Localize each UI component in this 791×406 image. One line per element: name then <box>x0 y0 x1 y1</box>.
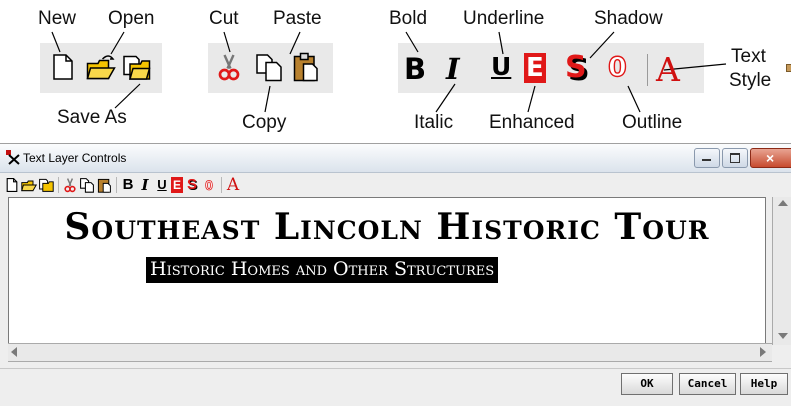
text-style-icon[interactable]: A <box>225 176 241 193</box>
maximize-button[interactable] <box>722 148 748 168</box>
shadow-icon: S <box>565 50 587 85</box>
close-button[interactable]: × <box>750 148 791 168</box>
canvas-subtitle: Historic Homes and Other Structures <box>146 257 499 283</box>
maximize-icon <box>730 153 740 163</box>
footer-divider <box>0 368 791 369</box>
outline-icon: 0 <box>607 51 627 83</box>
enhanced-icon[interactable]: E <box>171 176 183 193</box>
open-folder-icon[interactable] <box>21 177 37 193</box>
copy-icon[interactable] <box>79 177 95 193</box>
scroll-down-arrow-icon[interactable] <box>778 333 788 339</box>
minimize-icon <box>702 159 711 161</box>
tntmips-app-icon <box>6 150 20 165</box>
scroll-right-arrow-icon[interactable] <box>760 347 766 357</box>
scroll-left-arrow-icon[interactable] <box>11 347 17 357</box>
title-bar[interactable]: Text Layer Controls × <box>0 144 791 173</box>
new-document-icon <box>53 54 73 80</box>
outline-icon[interactable]: 0 <box>201 176 217 193</box>
clipped-marker <box>786 64 791 72</box>
text-style-icon: A <box>656 50 680 89</box>
toolbar-separator <box>116 176 117 193</box>
vertical-scrollbar[interactable] <box>772 197 791 345</box>
close-icon: × <box>766 150 775 166</box>
shadow-icon[interactable]: S <box>184 176 200 193</box>
italic-icon: I <box>446 52 460 86</box>
copy-icon <box>256 54 282 82</box>
text-canvas[interactable]: Southeast Lincoln Historic Tour Historic… <box>8 197 766 345</box>
save-as-icon <box>123 55 151 80</box>
ok-button[interactable]: OK <box>621 373 673 395</box>
toolbar-separator <box>221 176 222 193</box>
canvas-main-title: Southeast Lincoln Historic Tour <box>64 206 710 248</box>
toolbar: BIUES0A <box>4 176 242 196</box>
style-separator <box>647 54 648 86</box>
help-button[interactable]: Help <box>740 373 788 395</box>
enhanced-icon: E <box>524 53 546 83</box>
scissors-icon[interactable] <box>62 177 78 193</box>
underline-icon: U <box>491 52 512 81</box>
text-layer-controls-window: Text Layer Controls × BIUES0A Southeast … <box>0 143 791 406</box>
save-as-icon[interactable] <box>38 177 54 193</box>
window-title: Text Layer Controls <box>23 151 127 165</box>
underline-icon[interactable]: U <box>154 177 170 193</box>
bold-icon: B <box>404 52 427 86</box>
toolbar-separator <box>58 176 59 193</box>
italic-icon[interactable]: I <box>137 177 153 193</box>
scissors-icon <box>218 54 240 81</box>
minimize-button[interactable] <box>694 148 720 168</box>
open-folder-icon <box>86 55 116 80</box>
scroll-up-arrow-icon[interactable] <box>778 200 788 206</box>
cancel-button[interactable]: Cancel <box>679 373 736 395</box>
horizontal-scrollbar[interactable] <box>8 343 772 362</box>
paste-clipboard-icon[interactable] <box>96 177 112 193</box>
new-document-icon[interactable] <box>4 177 20 193</box>
bold-icon[interactable]: B <box>120 176 136 193</box>
paste-clipboard-icon <box>293 52 318 82</box>
